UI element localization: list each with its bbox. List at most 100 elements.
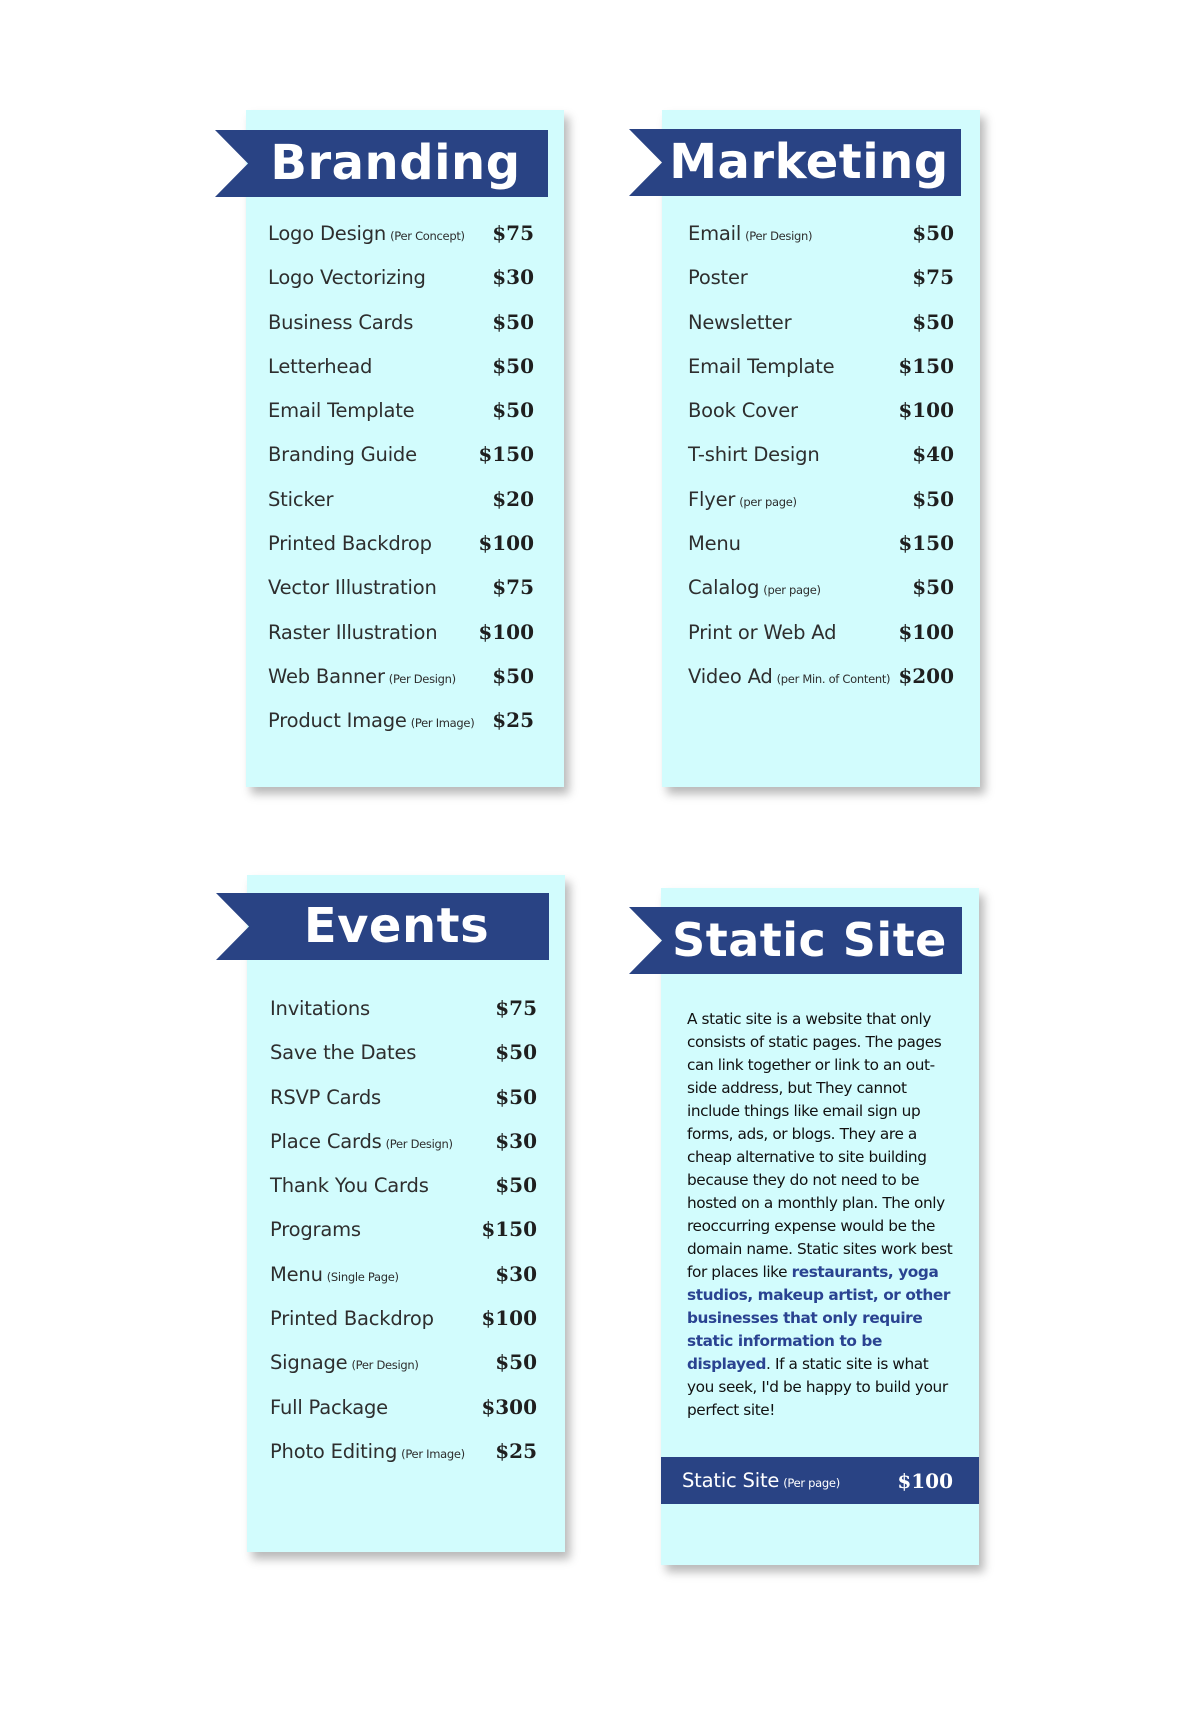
item-name: Thank You Cards (270, 1174, 429, 1198)
item-price: $25 (495, 1438, 537, 1463)
item-price: $30 (492, 265, 534, 290)
price-list-item: Printed Backdrop $100 (268, 531, 534, 575)
price-list-item: Vector Illustration $75 (268, 575, 534, 619)
item-price: $75 (492, 221, 534, 245)
item-note: (Per Image) (410, 716, 475, 731)
item-note: (Per Concept) (390, 229, 465, 243)
item-label: Printed Backdrop (268, 532, 432, 555)
item-price: $50 (495, 1173, 537, 1198)
item-name: Sticker (268, 487, 334, 511)
item-price: $100 (898, 619, 954, 644)
item-label: Sticker (268, 487, 334, 511)
item-label: Photo Editing (Per Image) (270, 1440, 465, 1463)
item-name: Calalog (688, 576, 760, 600)
item-name: Vector Illustration (268, 576, 437, 600)
item-label: Flyer (per page) (688, 488, 797, 511)
price-list-item: Logo Vectorizing $30 (268, 265, 534, 309)
item-price: $30 (495, 1128, 537, 1153)
branding-title: Branding (215, 130, 548, 197)
item-price: $200 (898, 663, 954, 688)
item-name: Product Image (268, 709, 407, 733)
item-name: Programs (270, 1218, 361, 1242)
item-label: Signage (Per Design) (270, 1351, 419, 1374)
item-note: (Per Design) (388, 671, 456, 686)
item-name: Save the Dates (270, 1041, 417, 1065)
price-list-item: Thank You Cards $50 (270, 1173, 537, 1217)
item-note: (per page) (763, 583, 821, 598)
item-name: Invitations (270, 997, 370, 1020)
item-price: $150 (481, 1217, 537, 1242)
item-label: Email Template (268, 399, 415, 422)
item-note: (Per Image) (401, 1446, 465, 1461)
price-list-item: Email Template $150 (688, 354, 954, 398)
item-name: Place Cards (270, 1129, 382, 1153)
item-price: $50 (495, 1084, 537, 1109)
item-name: Photo Editing (270, 1439, 398, 1463)
item-price: $100 (481, 1306, 537, 1331)
item-name: Static Site (682, 1469, 780, 1492)
item-label: Logo Design (Per Concept) (268, 222, 465, 245)
item-name: Email (688, 222, 742, 245)
item-name: Raster Illustration (268, 620, 438, 644)
item-label: Logo Vectorizing (268, 266, 426, 289)
item-price: $50 (912, 486, 954, 511)
item-label: T-shirt Design (688, 443, 820, 467)
price-list-item: Print or Web Ad $100 (688, 620, 954, 664)
item-note: (Single Page) (326, 1269, 399, 1284)
item-price: $100 (478, 619, 534, 644)
price-list-item: Save the Dates $50 (270, 1040, 537, 1084)
marketing-card: Marketing Email (Per Design) $50 Poster $75 N… (629, 110, 980, 787)
marketing-price-list: Email (Per Design) $50 Poster $75 Newsletter $… (688, 221, 954, 708)
description-text: A static site is a website that only con… (687, 1010, 953, 1281)
branding-price-list: Logo Design (Per Concept) $75 Logo Vectoriz… (268, 221, 534, 753)
item-label: Thank You Cards (270, 1174, 429, 1197)
item-label: Vector Illustration (268, 576, 437, 599)
item-note: (Per Design) (351, 1358, 419, 1373)
price-list-item: Business Cards $50 (268, 310, 534, 354)
item-label: Letterhead (268, 355, 372, 378)
item-name: Business Cards (268, 310, 414, 334)
item-price: $75 (912, 265, 954, 290)
item-price: $50 (492, 663, 534, 688)
item-name: RSVP Cards (270, 1085, 382, 1109)
item-note: (per Min. of Content) (776, 671, 891, 686)
price-list-item: Product Image (Per Image) $25 (268, 708, 534, 752)
events-title: Events (216, 893, 549, 960)
price-list-item: Photo Editing (Per Image) $25 (270, 1439, 537, 1483)
branding-card: Branding Logo Design (Per Concept) $75 Logo… (215, 110, 564, 787)
item-label: Menu (Single Page) (270, 1263, 399, 1286)
price-list-item: Email Template $50 (268, 398, 534, 442)
item-price: $20 (492, 486, 534, 511)
item-name: Email Template (688, 354, 835, 378)
static-site-price-bar: Static Site (Per page) $100 (661, 1457, 979, 1504)
price-list-item: Raster Illustration $100 (268, 620, 534, 664)
price-list-item: Book Cover $100 (688, 398, 954, 442)
item-name: T-shirt Design (688, 443, 820, 467)
item-label: Printed Backdrop (270, 1307, 434, 1330)
price-list-item: Branding Guide $150 (268, 442, 534, 486)
item-label: Product Image (Per Image) (268, 709, 475, 733)
price-list-item: Flyer (per page) $50 (688, 487, 954, 531)
item-name: Poster (688, 266, 748, 290)
item-label: Menu (688, 532, 741, 555)
price-list-item: Email (Per Design) $50 (688, 221, 954, 265)
price-list-item: Signage (Per Design) $50 (270, 1350, 537, 1394)
item-price: $300 (481, 1394, 537, 1419)
item-label: Poster (688, 266, 748, 289)
item-price: $50 (912, 309, 954, 334)
item-name: Menu (270, 1262, 323, 1286)
item-label: Business Cards (268, 311, 413, 334)
price-list-item: Poster $75 (688, 265, 954, 309)
price-list-item: Logo Design (Per Concept) $75 (268, 221, 534, 265)
item-price: $50 (492, 353, 534, 378)
item-name: Video Ad (688, 664, 773, 688)
item-price: $100 (478, 531, 534, 556)
item-name: Letterhead (268, 354, 373, 378)
item-name: Print or Web Ad (688, 620, 837, 644)
item-name: Printed Backdrop (268, 532, 432, 556)
item-price: $75 (495, 996, 537, 1020)
item-price: $40 (912, 442, 954, 467)
events-price-list: Invitations $75 Save the Dates $50 RSVP Card… (270, 996, 537, 1483)
item-note: (Per page) (783, 1476, 840, 1490)
item-name: Web Banner (268, 664, 385, 688)
